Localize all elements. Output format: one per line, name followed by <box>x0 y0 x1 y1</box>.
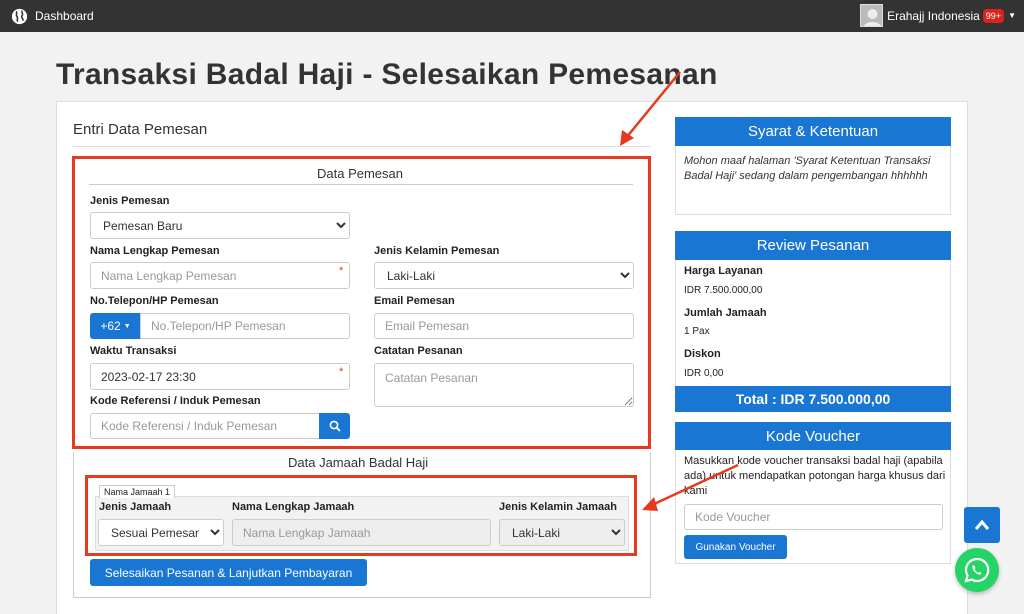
use-voucher-button[interactable]: Gunakan Voucher <box>684 535 787 559</box>
jumlah-label: Jumlah Jamaah <box>684 307 767 319</box>
divider <box>73 146 651 147</box>
notification-badge: 99+ <box>982 8 1005 23</box>
harga-value: IDR 7.500.000,00 <box>684 285 763 296</box>
voucher-text: Masukkan kode voucher transaksi badal ha… <box>684 455 946 497</box>
diskon-value: IDR 0,00 <box>684 368 724 379</box>
section-title: Entri Data Pemesan <box>73 121 208 138</box>
submit-button[interactable]: Selesaikan Pesanan & Lanjutkan Pembayara… <box>90 559 367 586</box>
whatsapp-button[interactable] <box>955 548 999 592</box>
annotation-box-data-pemesan <box>72 156 651 449</box>
brand-label: Dashboard <box>35 9 94 23</box>
caret-down-icon: ▼ <box>1008 11 1016 20</box>
harga-label: Harga Layanan <box>684 265 763 277</box>
page-title: Transaksi Badal Haji - Selesaikan Pemesa… <box>56 58 718 91</box>
syarat-text: Mohon maaf halaman 'Syarat Ketentuan Tra… <box>684 155 931 182</box>
voucher-input[interactable] <box>684 504 943 530</box>
data-jamaah-legend: Data Jamaah Badal Haji <box>288 455 429 470</box>
top-navbar: Dashboard Erahajj Indonesia 99+ ▼ <box>0 0 1024 32</box>
total-amount: Total : IDR 7.500.000,00 <box>675 386 951 412</box>
syarat-header: Syarat & Ketentuan <box>675 117 951 146</box>
diskon-label: Diskon <box>684 348 721 360</box>
jumlah-value: 1 Pax <box>684 326 710 337</box>
user-name: Erahajj Indonesia <box>887 8 980 23</box>
chevron-up-icon <box>974 519 990 530</box>
whatsapp-icon <box>964 557 990 583</box>
scroll-top-button[interactable] <box>964 507 1000 543</box>
voucher-header: Kode Voucher <box>675 422 951 450</box>
user-menu[interactable]: Erahajj Indonesia 99+ ▼ <box>860 4 1016 27</box>
annotation-box-data-jamaah <box>85 475 637 556</box>
dashboard-link[interactable]: Dashboard <box>11 7 94 25</box>
review-header: Review Pesanan <box>675 231 951 260</box>
globe-icon <box>11 8 28 24</box>
avatar <box>860 4 884 27</box>
